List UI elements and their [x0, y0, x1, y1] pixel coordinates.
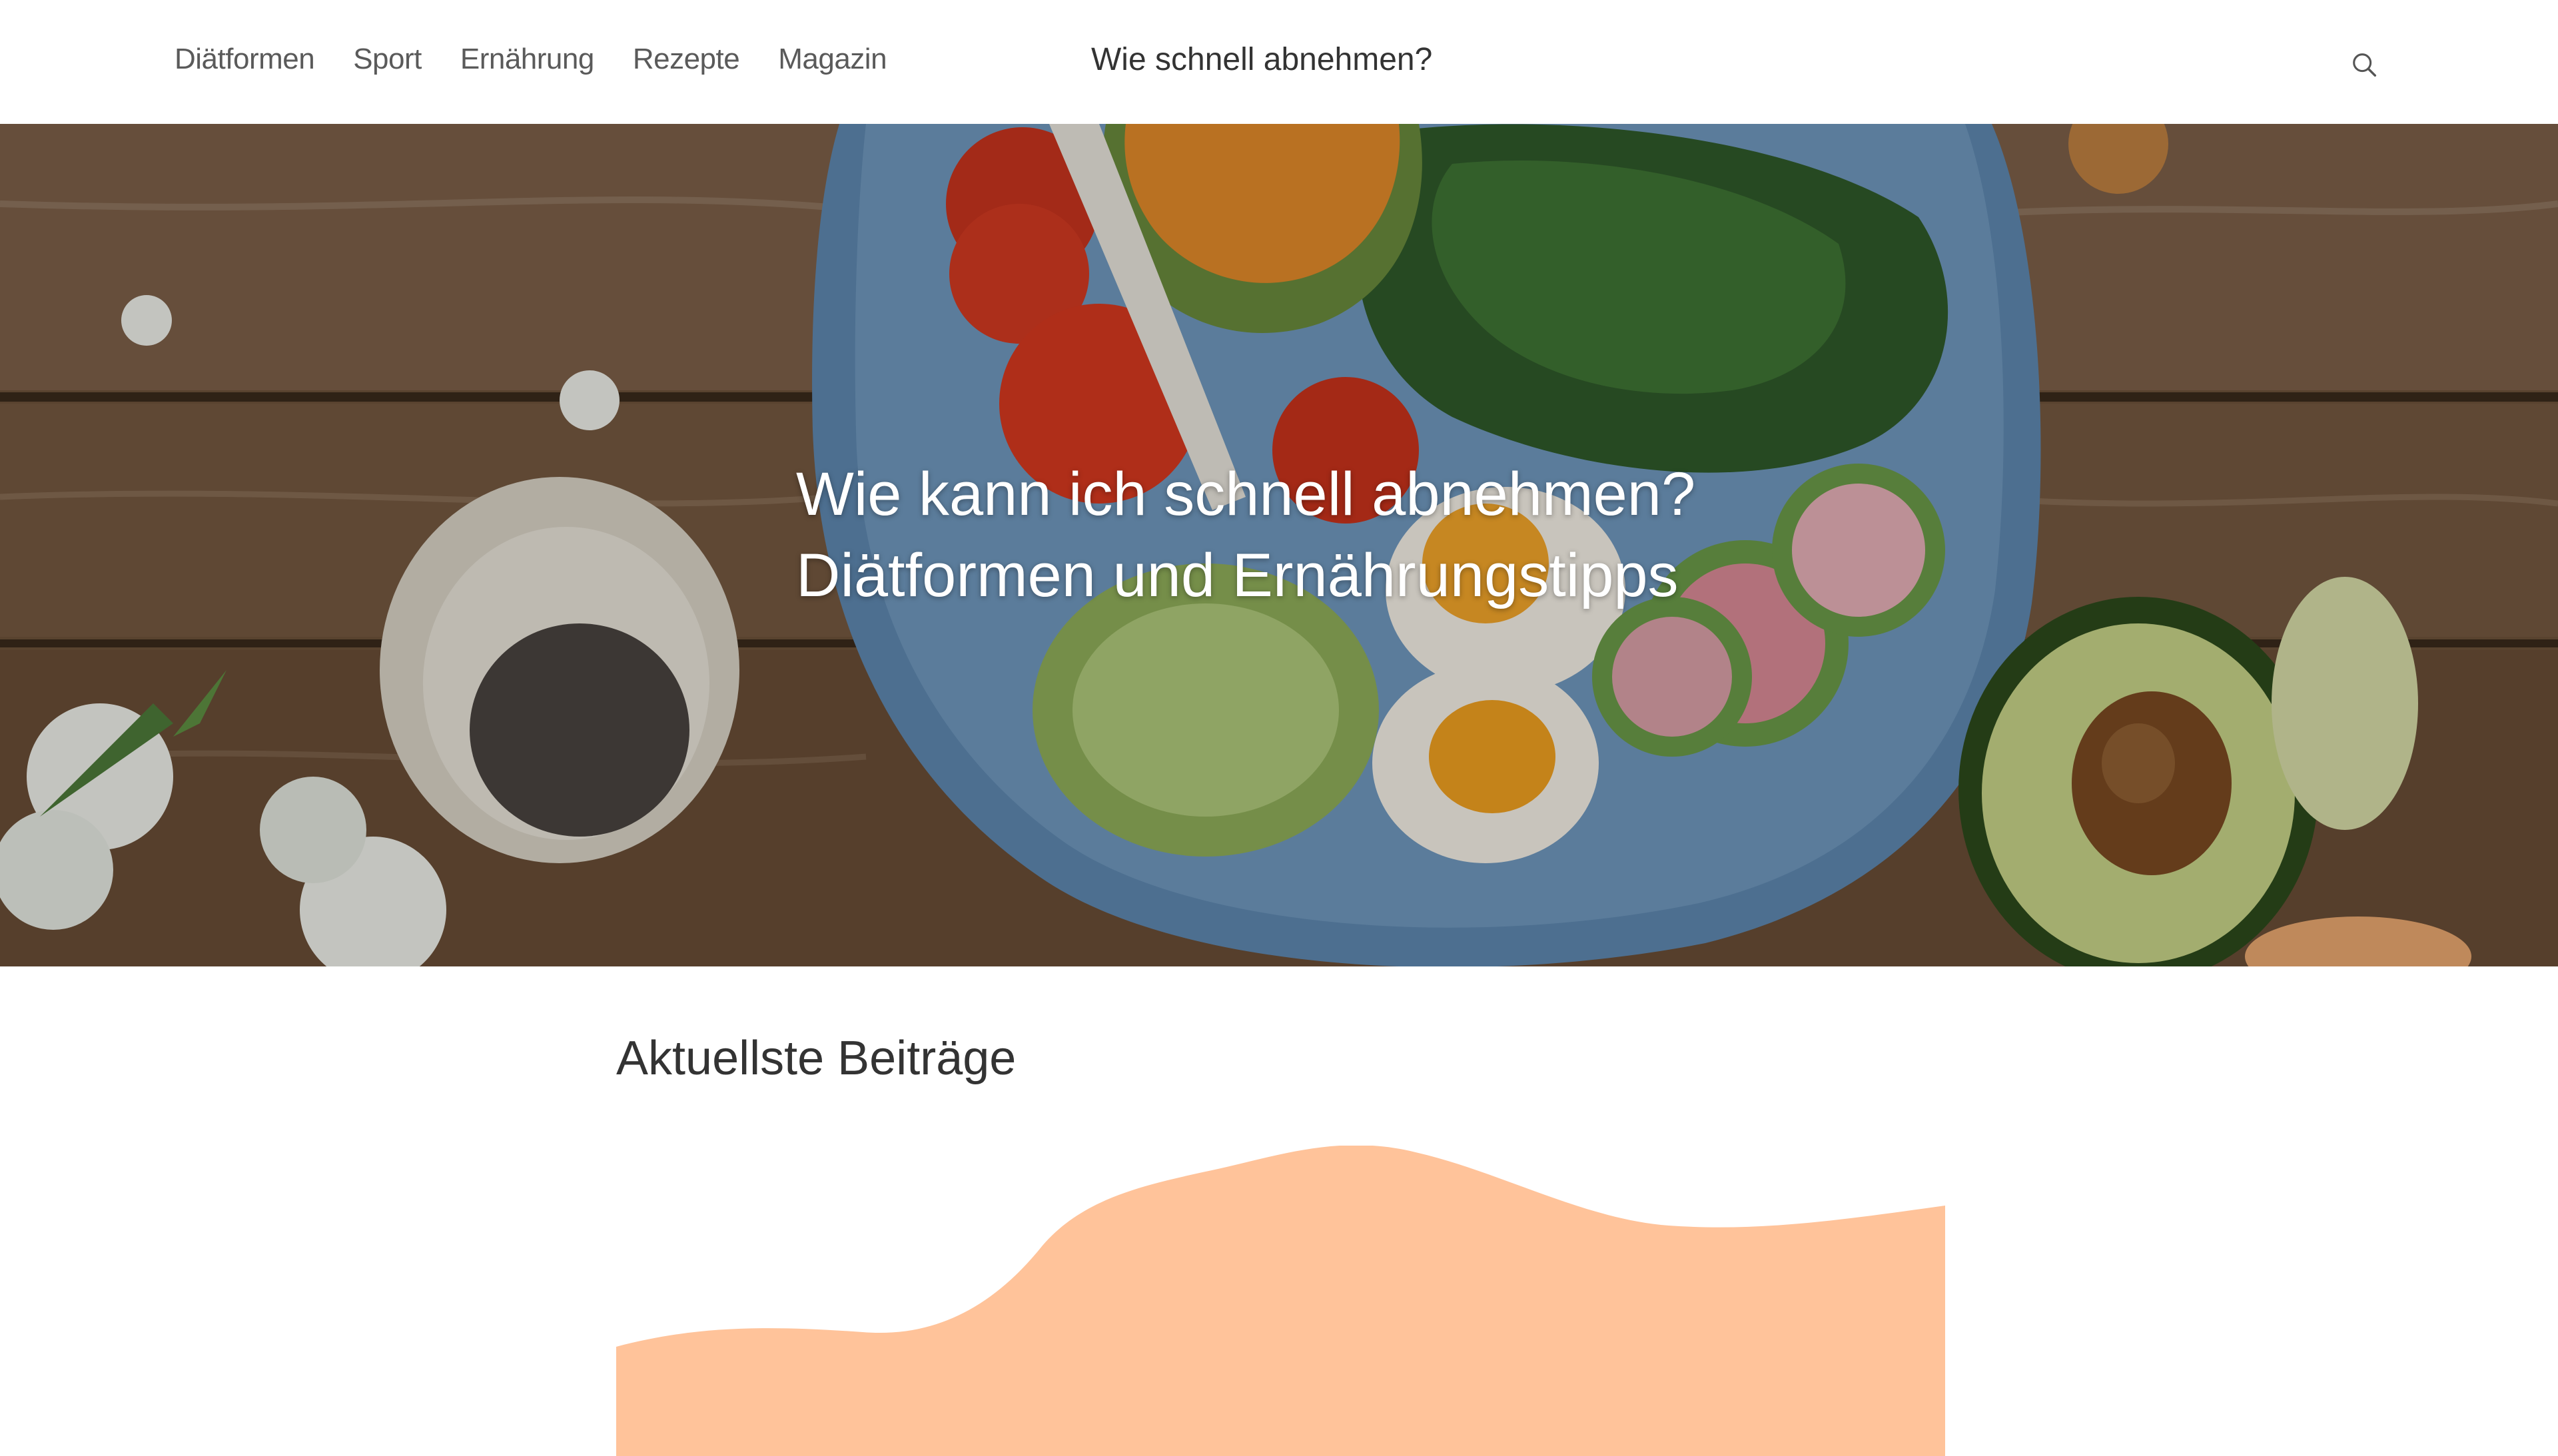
hero-headline: Wie kann ich schnell abnehmen? Diätforme… [796, 454, 1795, 616]
section-title-latest-posts: Aktuellste Beiträge [616, 1032, 1017, 1085]
nav-item-rezepte[interactable]: Rezepte [633, 43, 740, 76]
nav-item-ernaehrung[interactable]: Ernährung [460, 43, 594, 76]
hero-headline-line1: Wie kann ich schnell abnehmen? [796, 460, 1696, 528]
main-nav: Diätformen Sport Ernährung Rezepte Magaz… [175, 43, 887, 76]
nav-item-diaetformen[interactable]: Diätformen [175, 43, 315, 76]
nav-item-sport[interactable]: Sport [353, 43, 422, 76]
nav-item-magazin[interactable]: Magazin [778, 43, 887, 76]
site-header: Diätformen Sport Ernährung Rezepte Magaz… [0, 0, 2558, 124]
site-title[interactable]: Wie schnell abnehmen? [1091, 41, 1432, 78]
post-card-image[interactable] [616, 1146, 1945, 1456]
search-button[interactable] [2345, 45, 2385, 85]
hero-banner: Wie kann ich schnell abnehmen? Diätforme… [0, 124, 2558, 966]
hero-headline-line2: Diätformen und Ernährungstipps [796, 542, 1679, 609]
decorative-wave [616, 1146, 1945, 1456]
search-icon [2353, 53, 2377, 77]
